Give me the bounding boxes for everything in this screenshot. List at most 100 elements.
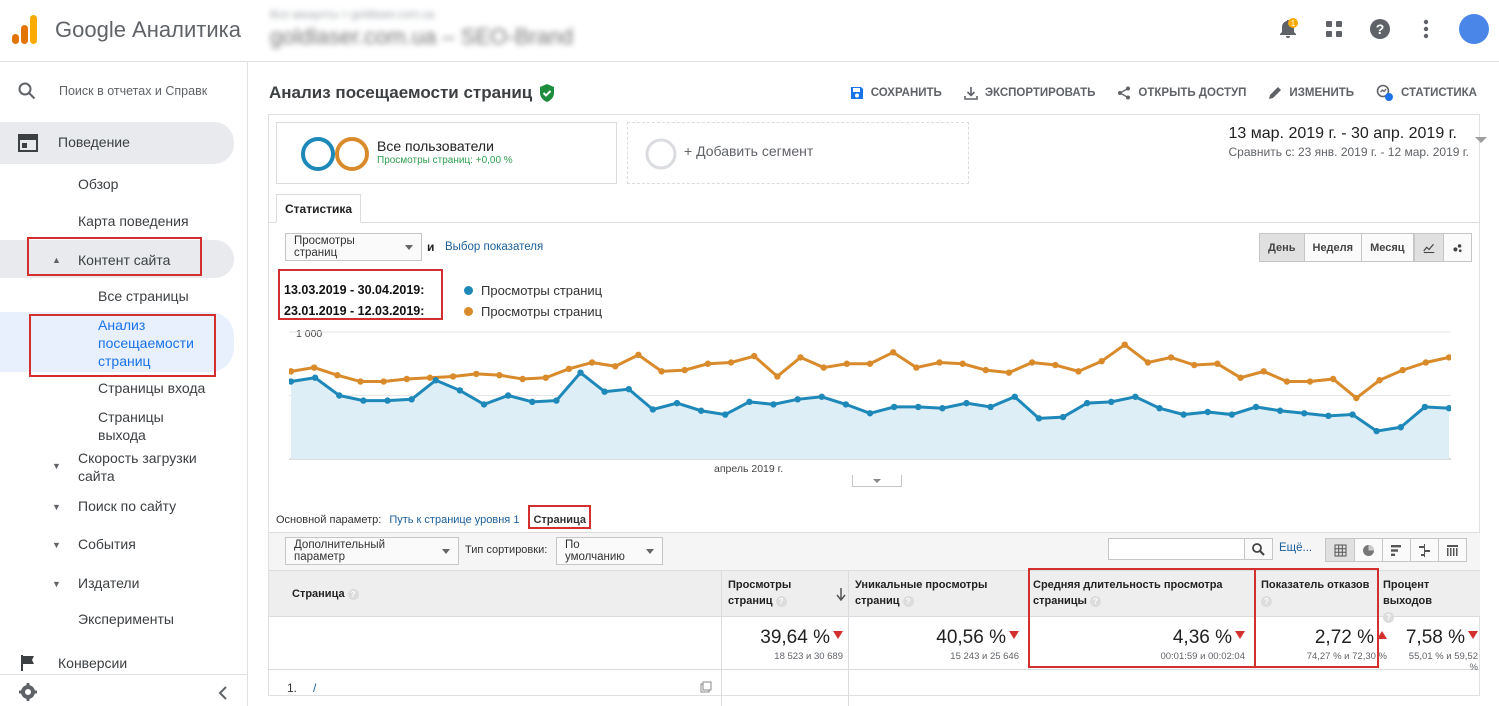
sort-type-select[interactable]: По умолчанию (556, 537, 663, 565)
data-point (1422, 359, 1430, 366)
date-range-picker[interactable]: 13 мар. 2019 г. - 30 апр. 2019 г. Сравни… (1228, 125, 1487, 159)
segment-all-users[interactable]: Все пользователи Просмотры страниц: +0,0… (276, 122, 617, 184)
chevron-down-icon (1475, 137, 1487, 143)
sidebar-item-events[interactable]: События (78, 536, 136, 552)
table-search-button[interactable] (1245, 538, 1273, 560)
total-unique-sub: 15 243 и 25 646 (950, 651, 1019, 662)
data-point (1421, 403, 1429, 411)
sidebar-item-site-search[interactable]: Поиск по сайту (78, 498, 176, 514)
save-button[interactable]: СОХРАНИТЬ (850, 84, 942, 102)
data-point (1228, 411, 1236, 418)
metric-select[interactable]: Просмотры страниц (285, 233, 422, 261)
svg-text:?: ? (1376, 21, 1385, 37)
data-point (565, 365, 573, 373)
dropdown-caret-icon (405, 244, 413, 250)
secondary-dimension-select[interactable]: Дополнительный параметр (285, 537, 459, 565)
export-button[interactable]: ЭКСПОРТИРОВАТЬ (964, 84, 1095, 102)
sidebar-item-publishers[interactable]: Издатели (78, 575, 139, 591)
sidebar-item-behavior[interactable]: Поведение (58, 134, 130, 150)
help-icon[interactable]: ? (902, 595, 914, 607)
table-row[interactable]: 1. / (269, 670, 1480, 706)
table-view-group (1325, 538, 1467, 562)
notifications-icon[interactable]: 1 (1275, 16, 1301, 42)
add-segment[interactable]: + Добавить сегмент (627, 122, 969, 184)
sidebar-item-overview[interactable]: Обзор (78, 176, 118, 192)
header-unique-label: Уникальные просмотры страниц (855, 579, 988, 607)
data-point (1330, 375, 1337, 383)
header-exit-label: Процент выходов (1383, 579, 1433, 607)
month-button[interactable]: Месяц (1361, 234, 1413, 261)
help-icon[interactable]: ? (1367, 16, 1393, 42)
data-point (649, 406, 657, 413)
legend-item: Просмотры страниц (464, 301, 602, 322)
week-button[interactable]: Неделя (1303, 234, 1362, 261)
sidebar-item-flow[interactable]: Карта поведения (78, 213, 189, 229)
data-point (843, 360, 851, 367)
data-point (751, 352, 758, 360)
pivot-view-button[interactable] (1438, 539, 1466, 561)
data-point (820, 364, 827, 371)
table-search-input[interactable] (1108, 538, 1245, 560)
share-button[interactable]: ОТКРЫТЬ ДОСТУП (1117, 84, 1246, 102)
pencil-icon (1269, 87, 1282, 99)
header-page[interactable]: Страница? (292, 586, 359, 602)
share-icon (1118, 86, 1131, 100)
data-point (1276, 407, 1284, 414)
line-chart[interactable] (289, 324, 1451, 484)
data-point (681, 366, 688, 374)
data-point (519, 375, 526, 383)
sidebar-item-landing[interactable]: Страницы входа (98, 380, 205, 396)
data-point (936, 359, 943, 366)
row-number: 1. (287, 681, 298, 695)
more-options-link[interactable]: Ещё... (1279, 542, 1312, 554)
data-point (1373, 427, 1380, 435)
help-icon[interactable]: ? (347, 588, 359, 600)
row-page-link[interactable]: / (313, 681, 316, 695)
sidebar-item-all-pages[interactable]: Все страницы (98, 288, 189, 304)
arrow-down-icon (1009, 631, 1019, 639)
sort-arrow-down-icon[interactable] (836, 588, 846, 601)
choose-metric-link[interactable]: Выбор показателя (445, 241, 543, 253)
data-point (697, 407, 705, 414)
account-selector[interactable]: Все аккаунты > goldlaser.com.ua goldlase… (270, 9, 573, 50)
tab-statistics[interactable]: Статистика (276, 194, 362, 223)
help-icon[interactable]: ? (775, 595, 787, 607)
date-range-compare: Сравнить с: 23 янв. 2019 г. - 12 мар. 20… (1228, 145, 1469, 159)
motion-chart-button[interactable] (1443, 234, 1471, 261)
bubble-chart-icon (1453, 243, 1462, 252)
data-point (963, 399, 970, 407)
total-exit: 7,58 % 55,01 % и 59,52 % (1400, 627, 1478, 673)
dimension-path-link[interactable]: Путь к странице уровня 1 (389, 514, 519, 526)
apps-grid-icon[interactable] (1321, 16, 1347, 42)
data-point (1098, 358, 1105, 365)
caret-down-icon: ▼ (52, 502, 61, 512)
sidebar-item-exit[interactable]: Страницы выхода (98, 408, 188, 444)
line-chart-button[interactable] (1415, 234, 1443, 261)
performance-view-button[interactable] (1382, 539, 1410, 561)
collapse-sidebar-icon[interactable] (218, 686, 228, 700)
header-unique[interactable]: Уникальные просмотры страниц? (855, 577, 1015, 609)
chart-collapse-handle[interactable] (852, 475, 902, 487)
save-icon (850, 87, 863, 99)
more-vert-icon[interactable] (1413, 16, 1439, 42)
edit-button[interactable]: ИЗМЕНИТЬ (1268, 84, 1354, 102)
total-unique-value: 40,56 % (936, 627, 1006, 648)
insights-button[interactable]: СТАТИСТИКА (1376, 84, 1477, 102)
table-view-button[interactable] (1326, 539, 1354, 561)
sidebar-search[interactable]: Поиск в отчетах и Справк (18, 82, 207, 100)
data-point (1108, 398, 1115, 406)
sidebar-item-speed[interactable]: Скорость загрузки сайта (78, 449, 208, 485)
day-button[interactable]: День (1260, 234, 1304, 261)
sidebar-item-conversions[interactable]: Конверсии (58, 655, 127, 671)
avatar[interactable] (1459, 14, 1489, 44)
data-point (542, 374, 549, 381)
arrow-down-icon (1468, 631, 1478, 639)
sidebar-item-experiments[interactable]: Эксперименты (78, 611, 174, 627)
save-label: СОХРАНИТЬ (870, 87, 942, 99)
caret-down-icon: ▼ (52, 540, 61, 550)
settings-gear-icon[interactable] (18, 682, 38, 702)
pie-view-button[interactable] (1354, 539, 1382, 561)
comparison-view-button[interactable] (1410, 539, 1438, 561)
open-in-new-icon[interactable] (700, 681, 712, 693)
header-pageviews[interactable]: Просмотры страниц? (728, 577, 826, 609)
